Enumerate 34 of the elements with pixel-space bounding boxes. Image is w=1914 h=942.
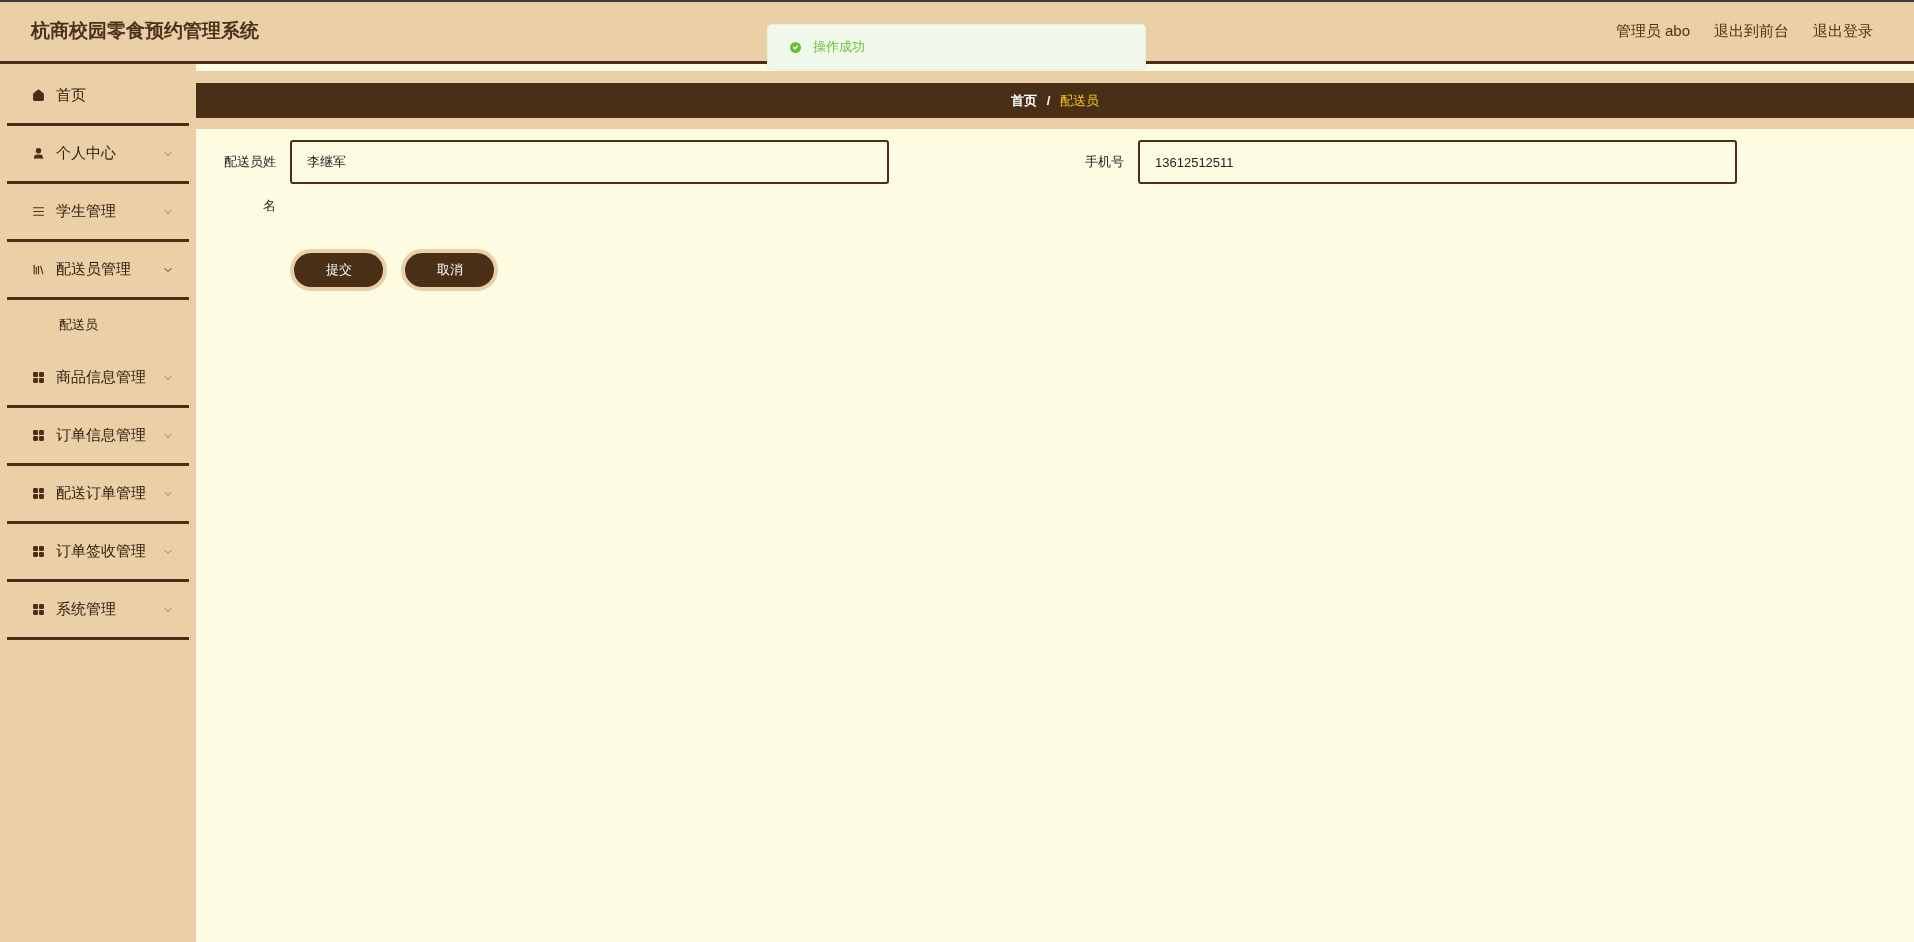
form-button[interactable]: 提交 (290, 249, 387, 291)
grid-icon (32, 545, 45, 558)
header-link[interactable]: 退出登录 (1813, 20, 1873, 43)
books-icon (32, 263, 45, 276)
sidebar-item[interactable]: 订单签收管理 (0, 524, 196, 579)
sidebar-item[interactable]: 系统管理 (0, 582, 196, 637)
text-input[interactable]: 13612512511 (1138, 140, 1737, 184)
sidebar-item[interactable]: 订单信息管理 (0, 408, 196, 463)
toast-text: 操作成功 (813, 38, 865, 57)
app-title: 杭商校园零食预约管理系统 (31, 19, 259, 44)
field-label: 配送员姓名 (223, 153, 276, 215)
sidebar-item[interactable]: 个人中心 (0, 126, 196, 181)
grid-icon (32, 429, 45, 442)
breadcrumb-separator: / (1046, 91, 1051, 110)
sidebar-item[interactable]: 配送订单管理 (0, 466, 196, 521)
header-link[interactable]: 退出到前台 (1714, 20, 1789, 43)
form-button[interactable]: 取消 (401, 249, 498, 291)
sidebar-item[interactable]: 学生管理 (0, 184, 196, 239)
sidebar-item[interactable]: 首页 (0, 68, 196, 123)
field-label: 手机号 (1084, 153, 1124, 171)
text-input[interactable]: 李继军 (290, 140, 889, 184)
success-icon (788, 39, 803, 55)
breadcrumb-link[interactable]: 配送员 (1060, 90, 1100, 111)
grid-icon (32, 603, 45, 616)
header-link[interactable]: 管理员 abo (1615, 20, 1690, 43)
list-icon (32, 205, 45, 218)
grid-icon (32, 487, 45, 500)
breadcrumb-link[interactable]: 首页 (1010, 90, 1037, 111)
sidebar-item[interactable]: 商品信息管理 (0, 350, 196, 405)
submenu-item[interactable]: 配送员 (0, 300, 196, 350)
sidebar-item[interactable]: 配送员管理 (0, 242, 196, 297)
grid-icon (32, 371, 45, 384)
user-icon (32, 147, 45, 160)
home-icon (32, 89, 45, 102)
